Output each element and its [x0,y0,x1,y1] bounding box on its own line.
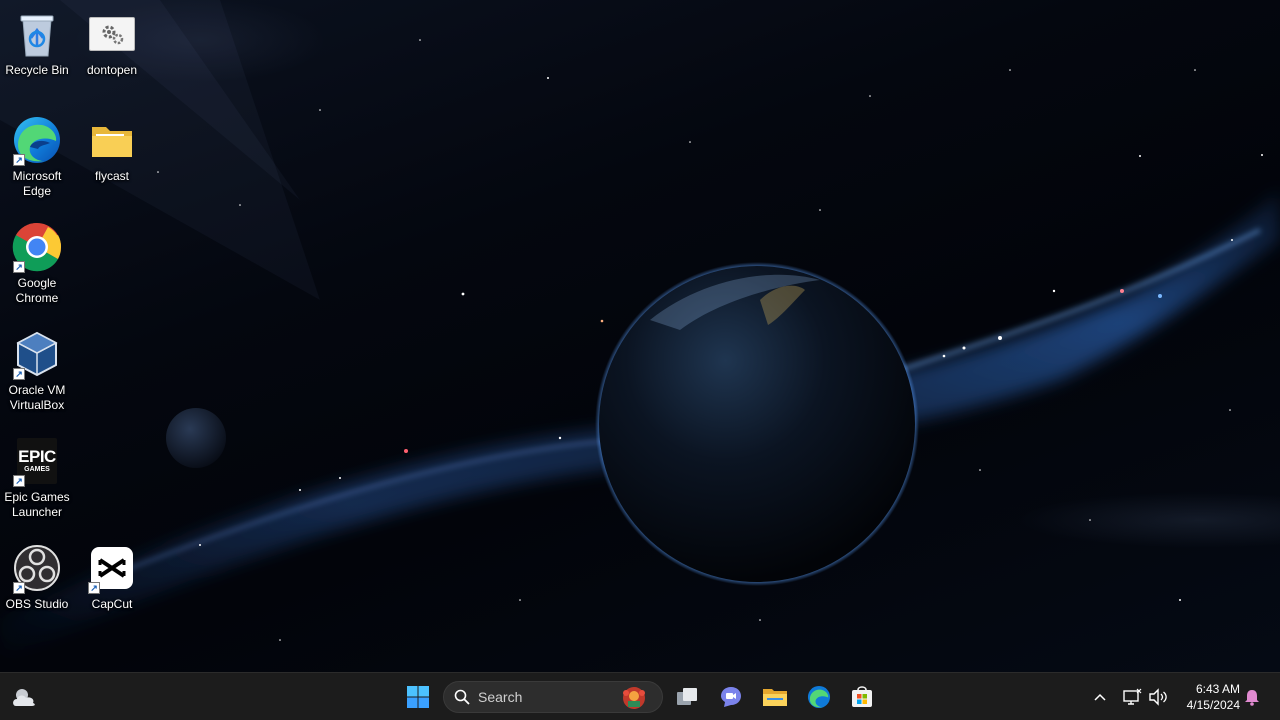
shortcut-arrow-icon: ↗ [13,582,25,594]
space-scene [0,0,1280,660]
file-explorer-button[interactable] [759,681,791,713]
task-view-button[interactable] [671,681,703,713]
clock-date: 4/15/2024 [1186,698,1240,712]
settings-file-icon [86,8,138,60]
desktop-icon-microsoft-edge[interactable]: ↗ Microsoft Edge [0,114,74,199]
network-button[interactable] [1118,681,1146,713]
desktop-icon-epic-games[interactable]: EPIC GAMES ↗ Epic Games Launcher [0,435,74,520]
desktop-icon-label: Google Chrome [15,276,59,305]
edge-taskbar-button[interactable] [803,681,835,713]
start-button[interactable] [402,681,434,713]
desktop-icon-label: Oracle VM VirtualBox [8,383,66,412]
file-explorer-icon [763,689,787,706]
desktop-icon-label: OBS Studio [5,597,69,611]
desktop-icon-recycle-bin[interactable]: Recycle Bin [0,8,74,78]
shortcut-arrow-icon: ↗ [88,582,100,594]
volume-button[interactable] [1144,681,1172,713]
desktop-icon-label: flycast [94,169,129,183]
desktop-wallpaper [0,0,1280,672]
microsoft-store-button[interactable] [846,681,878,713]
desktop-icon-flycast[interactable]: flycast [75,114,149,184]
shortcut-arrow-icon: ↗ [13,261,25,273]
desktop-icon-label: Epic Games Launcher [4,490,70,519]
shortcut-arrow-icon: ↗ [13,154,25,166]
desktop-icon-virtualbox[interactable]: ↗ Oracle VM VirtualBox [0,328,74,413]
desktop-icon-dontopen[interactable]: dontopen [75,8,149,78]
notifications-button[interactable] [1240,681,1264,713]
desktop-icon-label: Recycle Bin [5,63,69,77]
windows-logo-icon [407,686,429,708]
clock-time: 6:43 AM [1195,682,1240,696]
network-icon [1123,688,1142,705]
task-view-icon [677,688,697,705]
recycle-bin-icon [11,8,63,60]
desktop-icon-capcut[interactable]: ↗ CapCut [75,542,149,612]
desktop-icon-obs-studio[interactable]: ↗ OBS Studio [0,542,74,612]
shortcut-arrow-icon: ↗ [13,475,25,487]
epic-games-icon: EPIC GAMES ↗ [11,435,63,487]
widgets-button[interactable] [8,681,40,713]
virtualbox-icon: ↗ [11,328,63,380]
show-hidden-icons-button[interactable] [1086,681,1114,713]
capcut-icon: ↗ [86,542,138,594]
taskbar: Search 6:43 AM 4/15/2024 [0,672,1280,720]
chevron-up-icon [1094,693,1106,701]
edge-icon: ↗ [11,114,63,166]
desktop-icon-label: dontopen [86,63,138,77]
weather-cloud-icon [13,689,35,706]
microsoft-store-icon [852,686,872,707]
epic-logo-text: EPIC [18,447,56,466]
shortcut-arrow-icon: ↗ [13,368,25,380]
chrome-icon: ↗ [11,221,63,273]
desktop-icon-label: Microsoft Edge [12,169,62,198]
epic-logo-subtext: GAMES [24,466,50,473]
search-highlight-icon [623,687,645,709]
desktop-icon-google-chrome[interactable]: ↗ Google Chrome [0,221,74,306]
edge-icon [807,685,831,709]
teams-chat-icon [721,687,741,707]
clock-button[interactable]: 6:43 AM 4/15/2024 [1176,681,1240,713]
obs-icon: ↗ [11,542,63,594]
search-input[interactable]: Search [443,681,663,713]
desktop-icon-label: CapCut [91,597,133,611]
volume-icon [1149,688,1167,706]
notification-bell-icon [1245,690,1259,706]
folder-icon [86,114,138,166]
search-placeholder: Search [478,689,523,705]
search-icon [454,689,470,705]
chat-button[interactable] [715,681,747,713]
